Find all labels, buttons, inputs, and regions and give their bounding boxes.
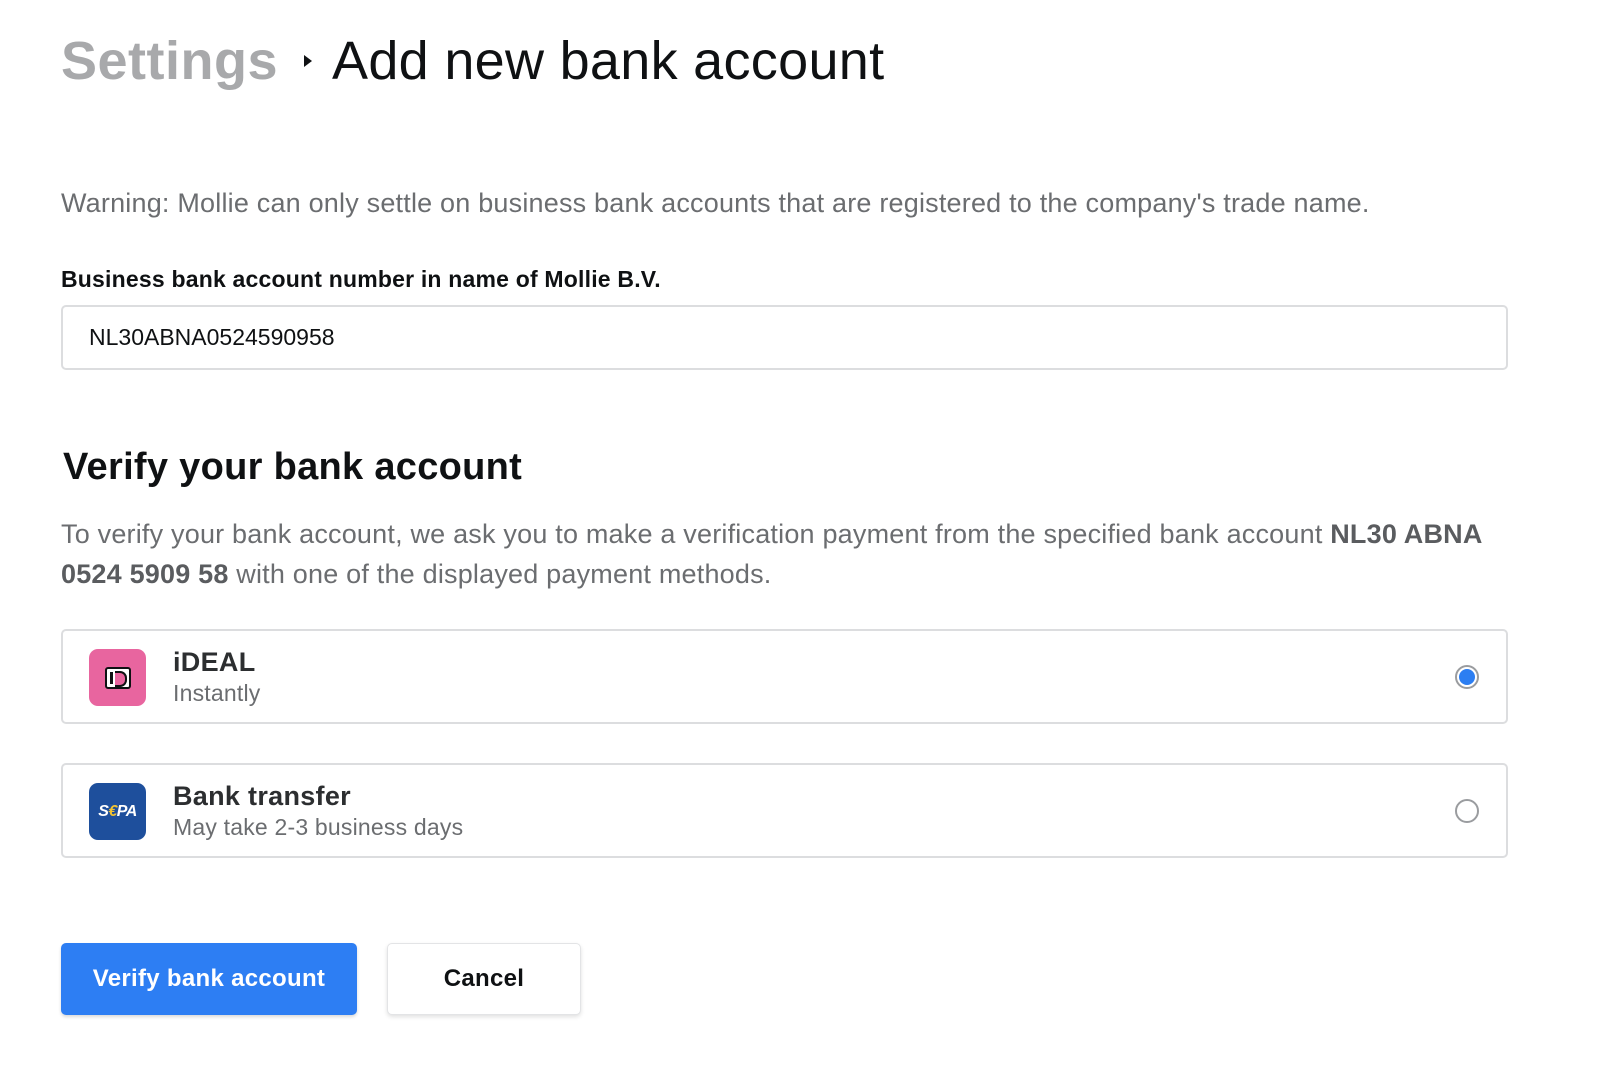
payment-option-subtitle: Instantly	[173, 680, 261, 706]
page-title: Add new bank account	[332, 31, 885, 91]
verify-desc-text: To verify your bank account, we ask you …	[61, 519, 1331, 549]
sepa-logo-text: S€PA	[98, 803, 137, 821]
settlement-warning: Warning: Mollie can only settle on busin…	[61, 188, 1370, 218]
payment-option-title: Bank transfer	[173, 781, 351, 811]
payment-option-ideal[interactable]: iDEAL Instantly	[61, 629, 1508, 724]
bank-transfer-radio-button[interactable]	[1455, 799, 1479, 823]
sepa-logo-s: S	[98, 802, 109, 820]
breadcrumb: Settings Add new bank account	[61, 26, 884, 96]
payment-option-subtitle: May take 2-3 business days	[173, 814, 464, 840]
payment-option-title: iDEAL	[173, 647, 256, 677]
verify-section-title: Verify your bank account	[63, 446, 523, 488]
sepa-logo-icon: S€PA	[89, 783, 146, 840]
ideal-mark-icon	[104, 666, 131, 689]
verify-bank-account-button[interactable]: Verify bank account	[61, 943, 357, 1015]
ideal-logo-icon	[89, 649, 146, 706]
caret-right-icon	[304, 55, 313, 67]
verify-desc-text-end: with one of the displayed payment method…	[228, 559, 772, 589]
account-number-label: Business bank account number in name of …	[61, 266, 661, 292]
verify-section-description: To verify your bank account, we ask you …	[61, 514, 1491, 594]
payment-option-bank-transfer[interactable]: S€PA Bank transfer May take 2-3 business…	[61, 763, 1508, 858]
sepa-logo-pa: PA	[116, 802, 138, 820]
cancel-button[interactable]: Cancel	[387, 943, 581, 1015]
add-bank-account-page: Settings Add new bank account Warning: M…	[0, 0, 1598, 1080]
ideal-radio-button[interactable]	[1455, 665, 1479, 689]
breadcrumb-settings-link[interactable]: Settings	[61, 30, 278, 92]
account-number-input[interactable]	[61, 305, 1508, 370]
sepa-logo-euro: €	[108, 802, 117, 820]
